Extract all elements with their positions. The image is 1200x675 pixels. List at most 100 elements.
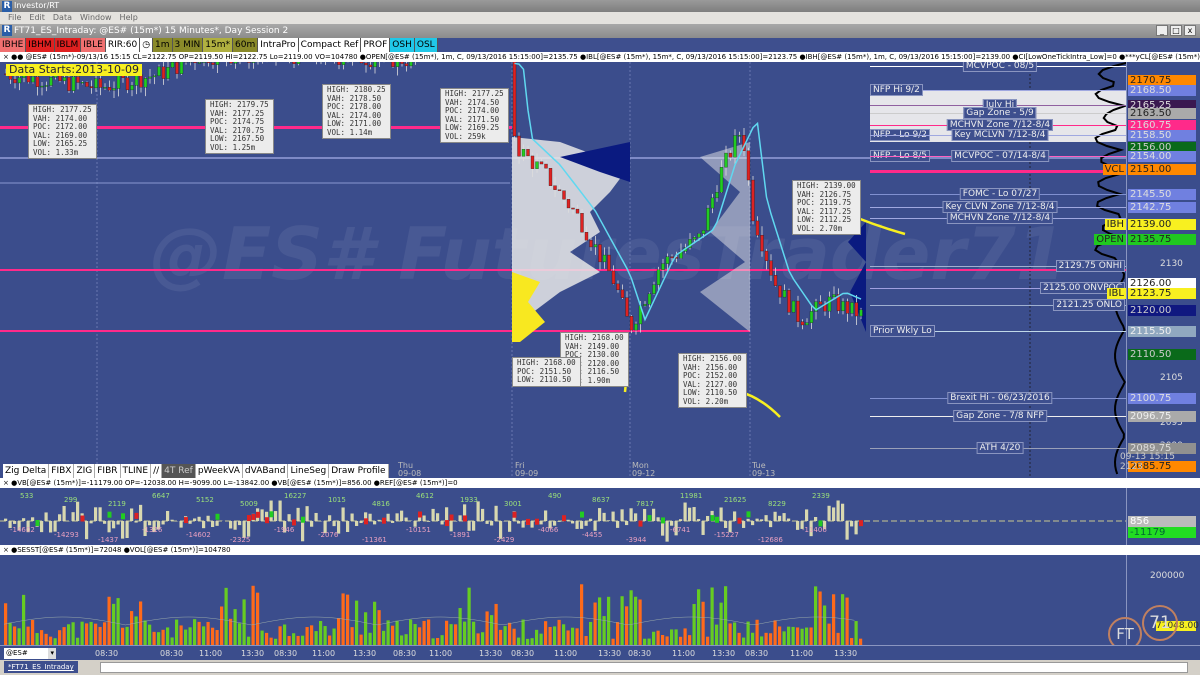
candle <box>400 62 404 64</box>
oscillator-pane[interactable]: 856 -11179 533 299 2119 6647 5152 5009 16227 10… <box>0 488 1200 545</box>
menu-edit[interactable]: Edit <box>29 13 45 22</box>
draw-tool-10[interactable]: Draw Profile <box>329 464 389 478</box>
volume-bar <box>62 627 66 645</box>
osc-bar <box>71 512 75 521</box>
candle <box>170 62 175 68</box>
toolbar-button-4[interactable]: RIR:60 <box>105 38 141 52</box>
close-button[interactable]: x <box>1184 25 1196 36</box>
draw-tool-3[interactable]: FIBR <box>95 464 121 478</box>
menu-file[interactable]: File <box>8 13 21 22</box>
osc-bar <box>485 521 489 524</box>
volume-pane[interactable]: 200000 72048.00 FT 71 <box>0 555 1200 645</box>
candle <box>80 82 85 84</box>
time-axis[interactable]: @ES# ▾ 08:30 08:30 11:00 13:30 08:30 11:00 13:3… <box>0 645 1200 660</box>
osc-candle <box>364 518 368 525</box>
osc-label-low: -1946 <box>274 526 295 534</box>
day-date: 09-12 <box>632 469 656 478</box>
osc-candle <box>647 515 652 522</box>
osc-bar <box>665 521 669 542</box>
menu-help[interactable]: Help <box>120 13 138 22</box>
toolbar-button-6[interactable]: 1m <box>153 38 173 52</box>
toolbar-button-1[interactable]: IBHM <box>26 38 55 52</box>
osc-label-high: 490 <box>548 492 562 500</box>
volume-bar <box>688 635 692 645</box>
candle <box>670 256 674 258</box>
volume-bar <box>337 618 341 645</box>
volume-bar <box>247 636 251 645</box>
draw-tool-6[interactable]: 4T Ref <box>162 464 196 478</box>
volume-bar <box>778 626 782 645</box>
price-chart[interactable]: @ES# FuturesTrader71 Data Starts:2013-10… <box>0 62 1200 478</box>
candle <box>589 240 593 248</box>
price-tag: 2142.75 <box>1128 201 1196 213</box>
volume-bar <box>404 634 408 645</box>
day-date: 09-13 <box>752 469 776 478</box>
toolbar-button-10[interactable]: IntraPro <box>258 38 299 52</box>
volume-legend: × ●SESST[@ES# (15m*)]=72048 ●VOL[@ES# (1… <box>0 545 1200 555</box>
volume-bar <box>661 635 665 645</box>
osc-label-high: 6647 <box>152 492 170 500</box>
menu-window[interactable]: Window <box>80 13 112 22</box>
candle <box>706 207 710 231</box>
candle <box>233 62 238 64</box>
maximize-button[interactable]: □ <box>1170 25 1182 36</box>
horizontal-scrollbar[interactable] <box>100 662 1188 673</box>
ft71-logo: FT <box>1108 617 1142 645</box>
candle <box>791 300 796 313</box>
osc-bar <box>206 515 210 521</box>
draw-tool-4[interactable]: TLINE <box>121 464 152 478</box>
osc-bar <box>832 507 836 521</box>
osc-candle <box>121 513 125 520</box>
osc-label-high: 1015 <box>328 496 346 504</box>
candle <box>769 260 773 276</box>
volume-bar <box>701 601 705 645</box>
osc-candle <box>535 518 539 525</box>
minimize-button[interactable]: _ <box>1156 25 1168 36</box>
time-axis-tick: 08:30 <box>160 649 184 658</box>
volume-bar <box>800 628 804 645</box>
osc-bar <box>269 500 273 521</box>
value-area-line: VOL: 1.33m <box>33 147 79 157</box>
toolbar-button-13[interactable]: OSH <box>390 38 415 52</box>
draw-tool-7[interactable]: pWeekVA <box>196 464 243 478</box>
toolbar-button-9[interactable]: 60m <box>233 38 259 52</box>
toolbar-button-2[interactable]: IBLM <box>54 38 82 52</box>
draw-tool-1[interactable]: FIBX <box>49 464 75 478</box>
menu-data[interactable]: Data <box>53 13 72 22</box>
osc-bar <box>98 507 102 521</box>
osc-bar <box>85 521 89 540</box>
tab-ft71-es-intraday[interactable]: *FT71_ES_Intraday <box>4 661 78 673</box>
draw-tool-5[interactable]: // <box>151 464 163 478</box>
candle <box>616 283 620 291</box>
toolbar-button-5[interactable]: ◷ <box>140 38 154 52</box>
volume-bar <box>44 633 48 645</box>
volume-axis-tick: 200000 <box>1150 571 1185 581</box>
candle <box>89 86 94 89</box>
draw-tool-0[interactable]: Zig Delta <box>3 464 50 478</box>
osc-bar <box>724 521 728 528</box>
toolbar-button-0[interactable]: IBHE <box>0 38 27 52</box>
volume-bar <box>422 620 426 645</box>
toolbar-button-12[interactable]: PROF <box>361 38 391 52</box>
volume-bar <box>224 587 228 645</box>
draw-tool-8[interactable]: dVABand <box>243 464 289 478</box>
volume-bar <box>809 627 813 645</box>
volume-bar <box>440 635 444 645</box>
chart-toolbar: IBHE IBHM IBLM IBLE RIR:60 ◷ 1m 3 MIN 15m* 60m Int… <box>0 38 1200 52</box>
draw-tool-9[interactable]: LineSeg <box>288 464 330 478</box>
toolbar-button-7[interactable]: 3 MIN <box>172 38 204 52</box>
toolbar-button-3[interactable]: IBLE <box>81 38 106 52</box>
osc-bar <box>571 521 575 524</box>
drawing-toolbar: Zig Delta FIBX ZIG FIBR TLINE//4T Ref pWeekVA… <box>3 464 389 478</box>
toolbar-button-8[interactable]: 15m* <box>203 38 234 52</box>
toolbar-button-14[interactable]: OSL <box>414 38 438 52</box>
osc-bar <box>589 518 593 521</box>
symbol-select[interactable]: @ES# ▾ <box>4 648 56 659</box>
toolbar-button-11[interactable]: Compact Ref <box>298 38 362 52</box>
volume-bar <box>773 620 777 645</box>
day-label: Fri 09-09 <box>515 462 538 478</box>
draw-tool-2[interactable]: ZIG <box>74 464 96 478</box>
volume-bar <box>571 627 575 645</box>
osc-candle <box>292 519 296 526</box>
candle <box>148 76 152 79</box>
